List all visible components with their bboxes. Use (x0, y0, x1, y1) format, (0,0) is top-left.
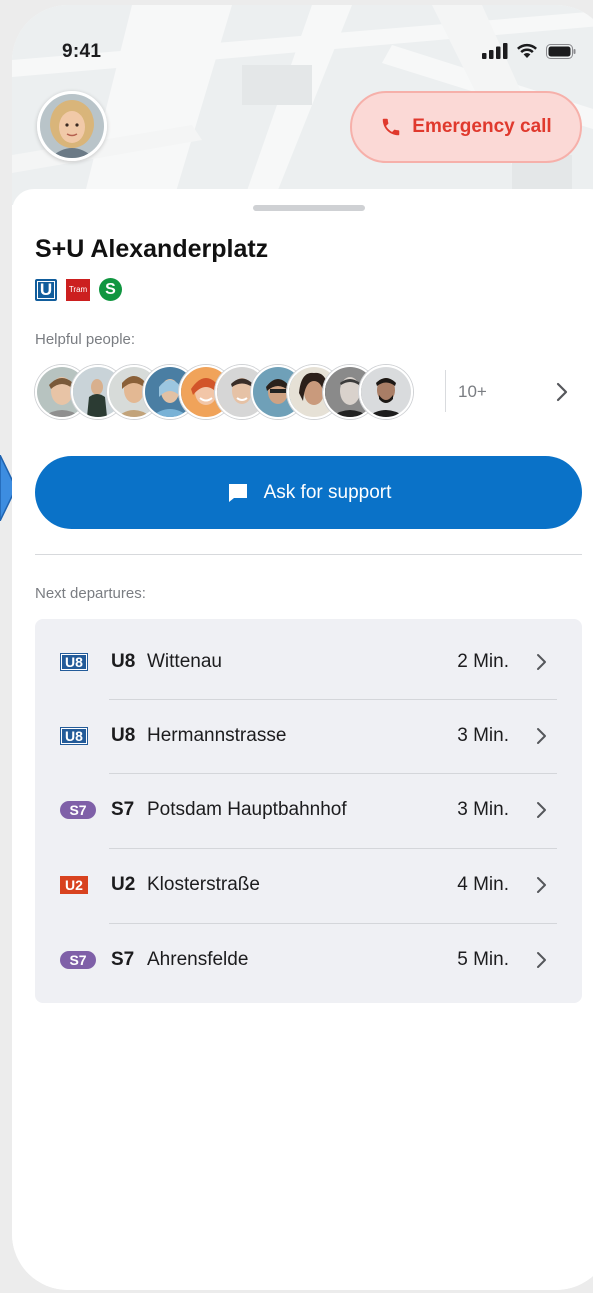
section-divider (35, 554, 582, 555)
departure-destination: Ahrensfelde (147, 948, 249, 970)
battery-icon (546, 43, 576, 59)
cellular-signal-icon (482, 43, 508, 59)
next-departures-label: Next departures: (35, 585, 146, 602)
departure-row[interactable]: U8 U8 Hermannstrasse 3 Min. (35, 698, 582, 773)
chevron-right-icon[interactable] (556, 382, 568, 402)
departure-row[interactable]: U8 U8 Wittenau 2 Min. (35, 624, 582, 699)
departure-destination: Klosterstraße (147, 873, 260, 895)
chevron-right-icon (537, 876, 546, 893)
departure-destination: Hermannstrasse (147, 724, 287, 746)
status-icons (482, 43, 576, 59)
phone-screen: 9:41 Emergency call S+U Alexanderplatz U… (12, 5, 593, 1290)
station-title: S+U Alexanderplatz (35, 235, 269, 263)
departure-line: U8 (111, 650, 136, 672)
departure-destination: Wittenau (147, 650, 222, 672)
departure-line: U8 (111, 724, 136, 746)
departure-minutes: 3 Min. (457, 798, 509, 820)
departure-row[interactable]: S7 S7 Potsdam Hauptbahnhof 3 Min. (35, 772, 582, 847)
line-badge: U8 (60, 726, 88, 745)
tram-icon: Tram (66, 278, 90, 301)
chevron-right-icon (537, 951, 546, 968)
phone-icon (383, 118, 400, 136)
helpful-people-more-count[interactable]: 10+ (458, 382, 487, 402)
helper-avatar (359, 365, 413, 419)
chat-bubble-icon (228, 483, 247, 502)
status-bar: 9:41 (12, 5, 593, 95)
sheet-drag-handle[interactable] (253, 205, 365, 211)
helpful-people-label: Helpful people: (35, 331, 136, 348)
status-time: 9:41 (62, 41, 102, 62)
chevron-right-icon (537, 653, 546, 670)
departure-destination: Potsdam Hauptbahnhof (147, 798, 347, 820)
ubahn-icon: U (35, 278, 57, 301)
sbahn-icon: S (99, 278, 122, 301)
emergency-call-label: Emergency call (412, 116, 552, 137)
departure-line: S7 (111, 948, 135, 970)
emergency-call-button[interactable]: Emergency call (350, 91, 582, 163)
departure-minutes: 4 Min. (457, 873, 509, 895)
ask-for-support-label: Ask for support (263, 481, 392, 503)
people-divider (445, 370, 446, 412)
line-badge: S7 (60, 950, 96, 969)
departure-minutes: 2 Min. (457, 650, 509, 672)
station-line-icons: U Tram S (35, 278, 122, 301)
line-badge: U8 (60, 652, 88, 671)
ask-for-support-button[interactable]: Ask for support (35, 456, 582, 529)
departures-list: U8 U8 Wittenau 2 Min. U8 U8 Hermannstras… (35, 619, 582, 1003)
departure-minutes: 3 Min. (457, 724, 509, 746)
chevron-right-icon (537, 801, 546, 818)
departure-minutes: 5 Min. (457, 948, 509, 970)
departure-row[interactable]: U2 U2 Klosterstraße 4 Min. (35, 847, 582, 922)
departure-line: U2 (111, 873, 136, 895)
wifi-icon (517, 43, 537, 58)
departure-line: S7 (111, 798, 135, 820)
user-avatar[interactable] (37, 91, 107, 161)
line-badge: U2 (60, 875, 88, 894)
chevron-right-icon (537, 727, 546, 744)
helpful-people-list[interactable] (35, 364, 413, 420)
station-sheet: S+U Alexanderplatz U Tram S Helpful peop… (12, 189, 593, 1290)
departure-row[interactable]: S7 S7 Ahrensfelde 5 Min. (35, 922, 582, 997)
line-badge: S7 (60, 800, 96, 819)
